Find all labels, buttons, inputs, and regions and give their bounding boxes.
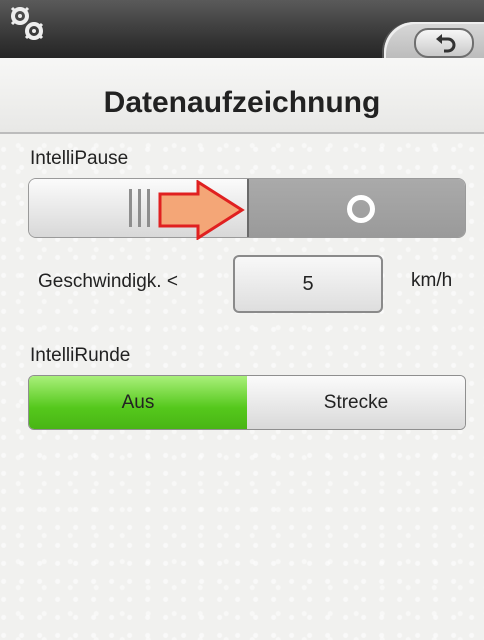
speed-threshold-field[interactable]: 5 <box>233 255 383 313</box>
intellipause-label: IntelliPause <box>30 148 129 169</box>
top-bar <box>0 0 484 64</box>
speed-label: Geschwindigk. < <box>38 271 178 292</box>
intellirunde-selector: Aus Strecke <box>28 375 466 430</box>
toggle-knob-icon <box>347 195 375 223</box>
speed-unit: km/h <box>411 270 453 291</box>
settings-gears-icon[interactable] <box>6 4 48 44</box>
option-strecke-button[interactable]: Strecke <box>247 376 465 429</box>
page-title: Datenaufzeichnung <box>103 86 381 119</box>
arrow-right-icon <box>158 180 245 240</box>
back-arrow-icon <box>436 34 456 53</box>
intellirunde-label: IntelliRunde <box>30 345 131 366</box>
toggle-on-side <box>247 179 465 237</box>
option-aus-button[interactable]: Aus <box>29 376 248 429</box>
